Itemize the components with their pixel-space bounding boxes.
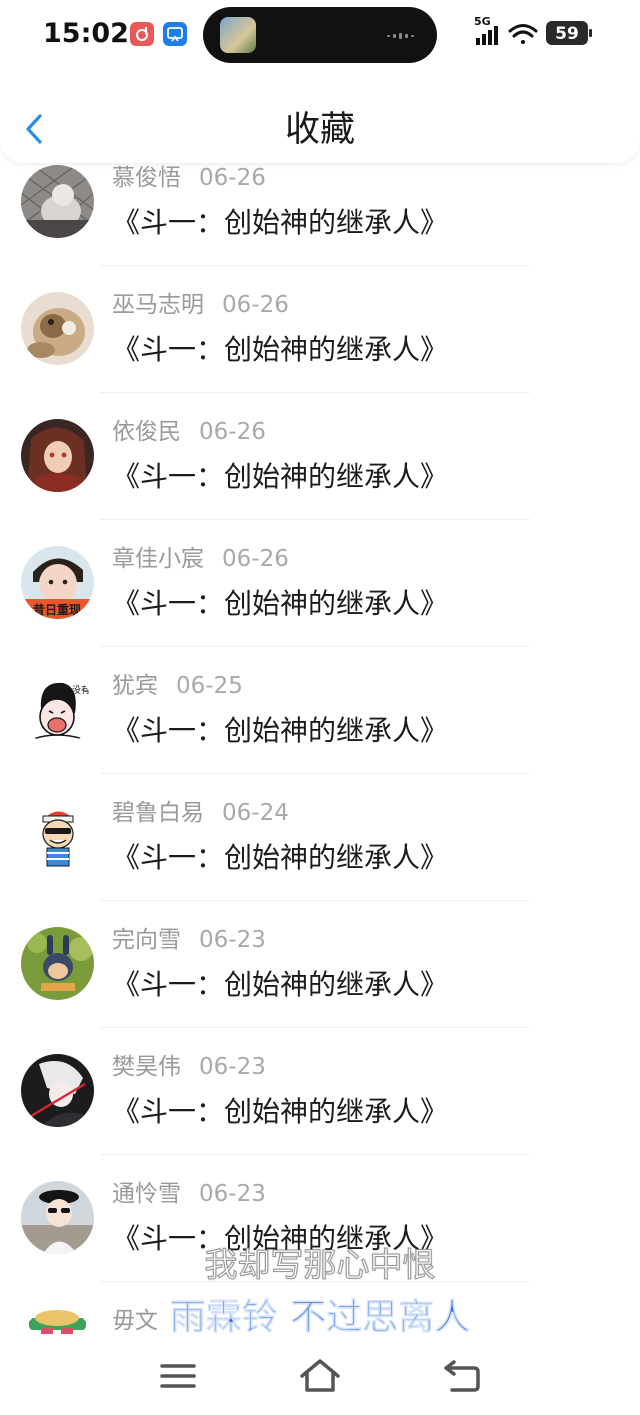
avatar[interactable] bbox=[21, 165, 94, 238]
network-type: 5G bbox=[474, 15, 491, 28]
avatar[interactable] bbox=[21, 1054, 94, 1127]
list-item[interactable]: 依俊民 06-26 《斗一：创始神的继承人》 bbox=[0, 419, 640, 546]
divider bbox=[100, 265, 530, 266]
book-title[interactable]: 《斗一：创始神的继承人》 bbox=[112, 965, 448, 1005]
item-date: 06-26 bbox=[222, 546, 289, 572]
top-bar: 15:02 5G 59 收藏 bbox=[0, 0, 640, 163]
item-meta: 樊昊伟 06-23 bbox=[112, 1050, 266, 1084]
book-title[interactable]: 《斗一：创始神的继承人》 bbox=[112, 330, 448, 370]
notification-app-icon bbox=[130, 22, 154, 46]
book-title[interactable]: 《斗一：创始神的继承人》 bbox=[112, 838, 448, 878]
divider bbox=[100, 1027, 530, 1028]
favorites-list[interactable]: 慕俊悟 06-26 《斗一：创始神的继承人》 巫马志明 06-26 《斗一：创始神的… bbox=[0, 0, 640, 1340]
list-item[interactable]: 慕俊悟 06-26 《斗一：创始神的继承人》 bbox=[0, 165, 640, 292]
item-date: 06-25 bbox=[176, 673, 243, 699]
book-title[interactable]: 《斗一：创始神的继承人》 bbox=[112, 1092, 448, 1132]
signal-icon bbox=[476, 26, 498, 45]
divider bbox=[100, 519, 530, 520]
list-item[interactable]: 樊昊伟 06-23 《斗一：创始神的继承人》 bbox=[0, 1054, 640, 1181]
divider bbox=[100, 900, 530, 901]
user-name: 依俊民 bbox=[112, 419, 181, 445]
list-item[interactable]: 碧鲁白易 06-24 《斗一：创始神的继承人》 bbox=[0, 800, 640, 927]
divider bbox=[100, 392, 530, 393]
book-title[interactable]: 《斗一：创始神的继承人》 bbox=[112, 711, 448, 751]
item-date: 06-24 bbox=[222, 800, 289, 826]
item-date: 06-23 bbox=[199, 927, 266, 953]
status-indicators: 5G 59 bbox=[474, 15, 598, 51]
book-title[interactable]: 《斗一：创始神的继承人》 bbox=[112, 203, 448, 243]
avatar[interactable]: 昔日重现 bbox=[21, 546, 94, 619]
screen: 慕俊悟 06-26 《斗一：创始神的继承人》 巫马志明 06-26 《斗一：创始神的… bbox=[0, 0, 640, 1415]
avatar[interactable]: 没有 bbox=[21, 673, 94, 746]
item-date: 06-26 bbox=[199, 165, 266, 191]
avatar[interactable] bbox=[21, 419, 94, 492]
battery-level: 59 bbox=[555, 24, 579, 44]
svg-text:昔日重现: 昔日重现 bbox=[33, 602, 81, 617]
list-item[interactable]: 完向雪 06-23 《斗一：创始神的继承人》 bbox=[0, 927, 640, 1054]
book-title[interactable]: 《斗一：创始神的继承人》 bbox=[112, 457, 448, 497]
home-icon[interactable] bbox=[298, 1356, 342, 1396]
list-item[interactable]: 巫马志明 06-26 《斗一：创始神的继承人》 bbox=[0, 292, 640, 419]
user-name: 犹宾 bbox=[112, 673, 158, 699]
divider bbox=[100, 773, 530, 774]
page-title: 收藏 bbox=[284, 110, 355, 150]
wifi-icon bbox=[508, 24, 538, 44]
item-meta: 章佳小宸 06-26 bbox=[112, 542, 289, 576]
list-item[interactable]: 昔日重现 章佳小宸 06-26 《斗一：创始神的继承人》 bbox=[0, 546, 640, 673]
status-time: 15:02 bbox=[43, 18, 129, 49]
dynamic-island[interactable] bbox=[203, 7, 437, 63]
menu-icon[interactable] bbox=[156, 1356, 200, 1396]
divider bbox=[100, 1154, 530, 1155]
user-name: 完向雪 bbox=[112, 927, 181, 953]
item-date: 06-23 bbox=[199, 1181, 266, 1207]
lyric-line-2: 雨霖铃 不过思离人 bbox=[169, 1297, 471, 1339]
user-name: 碧鲁白易 bbox=[112, 800, 204, 826]
item-date: 06-23 bbox=[199, 1054, 266, 1080]
avatar[interactable] bbox=[21, 927, 94, 1000]
item-date: 06-26 bbox=[199, 419, 266, 445]
user-name: 通怜雪 bbox=[112, 1181, 181, 1207]
system-nav-bar bbox=[0, 1340, 640, 1415]
avatar[interactable] bbox=[21, 800, 94, 873]
user-name: 樊昊伟 bbox=[112, 1054, 181, 1080]
item-meta: 犹宾 06-25 bbox=[112, 669, 243, 703]
list-item[interactable]: 没有 犹宾 06-25 《斗一：创始神的继承人》 bbox=[0, 673, 640, 800]
notification-app-icon bbox=[163, 22, 187, 46]
svg-text:没有: 没有 bbox=[72, 684, 90, 696]
avatar[interactable] bbox=[21, 292, 94, 365]
user-name: 慕俊悟 bbox=[112, 165, 181, 191]
audio-wave-icon bbox=[387, 33, 414, 39]
item-meta: 巫马志明 06-26 bbox=[112, 288, 289, 322]
item-meta: 碧鲁白易 06-24 bbox=[112, 796, 289, 830]
item-meta: 完向雪 06-23 bbox=[112, 923, 266, 957]
item-date: 06-26 bbox=[222, 292, 289, 318]
item-meta: 慕俊悟 06-26 bbox=[112, 161, 266, 195]
item-meta: 依俊民 06-26 bbox=[112, 415, 266, 449]
user-name: 巫马志明 bbox=[112, 292, 204, 318]
item-meta: 通怜雪 06-23 bbox=[112, 1177, 266, 1211]
book-title[interactable]: 《斗一：创始神的继承人》 bbox=[112, 584, 448, 624]
divider bbox=[100, 646, 530, 647]
now-playing-thumbnail bbox=[220, 17, 256, 53]
user-name: 章佳小宸 bbox=[112, 546, 204, 572]
lyric-line-1: 我却写那心中恨 bbox=[204, 1244, 436, 1284]
return-icon[interactable] bbox=[440, 1356, 484, 1396]
